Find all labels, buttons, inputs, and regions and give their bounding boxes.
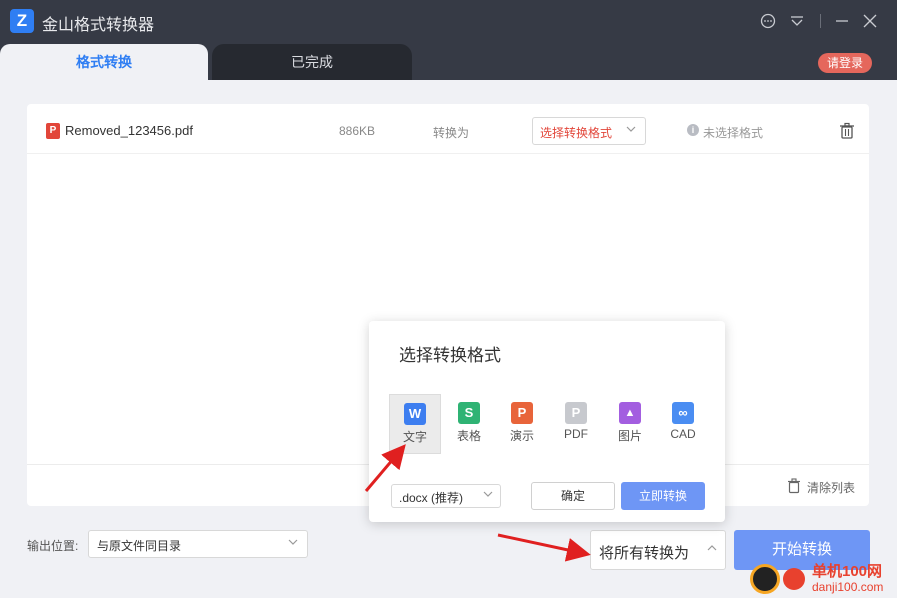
minimize-icon[interactable] bbox=[831, 10, 853, 32]
cad-icon: ∞ bbox=[672, 402, 694, 424]
file-size: 886KB bbox=[339, 124, 376, 138]
format-option-cad[interactable]: ∞ CAD bbox=[657, 394, 709, 454]
app-title: 金山格式转换器 bbox=[42, 17, 155, 34]
chevron-down-icon bbox=[625, 123, 637, 138]
format-option-label: PDF bbox=[564, 427, 588, 441]
tab-completed[interactable]: 已完成 bbox=[212, 44, 412, 80]
info-icon: i bbox=[687, 124, 699, 136]
pdf-icon: P bbox=[565, 402, 587, 424]
convert-all-label: 将所有转换为 bbox=[599, 545, 690, 562]
login-button[interactable]: 请登录 bbox=[818, 53, 872, 73]
title-bar: Z 金山格式转换器 格式转换 已完成 请登录 bbox=[0, 0, 897, 80]
convert-all-select[interactable]: 将所有转换为 bbox=[590, 530, 726, 570]
word-icon: W bbox=[404, 403, 426, 425]
confirm-button[interactable]: 确定 bbox=[531, 482, 615, 510]
title-separator bbox=[820, 14, 821, 28]
format-option-image[interactable]: ▲ 图片 bbox=[604, 394, 656, 454]
format-option-presentation[interactable]: P 演示 bbox=[496, 394, 548, 454]
watermark-dot-icon bbox=[783, 568, 805, 590]
app-logo-icon: Z bbox=[10, 9, 34, 33]
arrow-to-convert-all bbox=[497, 533, 591, 562]
menu-icon[interactable] bbox=[786, 10, 808, 32]
clear-list-button[interactable]: 清除列表 bbox=[807, 479, 855, 496]
format-option-sheet[interactable]: S 表格 bbox=[443, 394, 495, 454]
output-location-label: 输出位置: bbox=[27, 539, 79, 553]
format-select-placeholder: 选择转换格式 bbox=[540, 126, 613, 140]
trash-icon[interactable] bbox=[839, 122, 855, 140]
feedback-icon[interactable] bbox=[757, 10, 779, 32]
format-select[interactable]: 选择转换格式 bbox=[532, 117, 646, 145]
sheet-icon: S bbox=[458, 402, 480, 424]
watermark-url: danji100.com bbox=[812, 580, 884, 594]
trash-icon[interactable] bbox=[787, 478, 801, 494]
close-icon[interactable] bbox=[859, 10, 881, 32]
format-popup: 选择转换格式 W 文字 S 表格 P 演示 P PDF ▲ 图片 ∞ CAD .… bbox=[369, 321, 725, 522]
file-name: Removed_123456.pdf bbox=[65, 123, 193, 138]
format-option-label: 表格 bbox=[456, 429, 481, 443]
convert-now-button[interactable]: 立即转换 bbox=[621, 482, 705, 510]
chevron-down-icon bbox=[482, 488, 494, 503]
chevron-down-icon bbox=[287, 536, 299, 551]
format-option-label: CAD bbox=[670, 427, 696, 441]
chevron-up-icon bbox=[705, 541, 719, 558]
image-icon: ▲ bbox=[619, 402, 641, 424]
format-option-pdf[interactable]: P PDF bbox=[550, 394, 602, 454]
watermark-text: 单机100网 bbox=[812, 563, 883, 580]
format-option-text[interactable]: W 文字 bbox=[389, 394, 441, 454]
output-location-select[interactable]: 与原文件同目录 bbox=[88, 530, 308, 558]
watermark-logo: 单机100网 danji100.com bbox=[750, 558, 895, 598]
format-option-label: 文字 bbox=[402, 430, 427, 444]
convert-to-label: 转换为 bbox=[433, 126, 470, 140]
pdf-icon: P bbox=[46, 123, 60, 139]
subformat-value: .docx (推荐) bbox=[399, 491, 464, 505]
file-row: P Removed_123456.pdf 886KB 转换为 选择转换格式 i … bbox=[27, 110, 869, 154]
watermark-circle-icon bbox=[750, 564, 780, 594]
output-location-value: 与原文件同目录 bbox=[97, 539, 182, 553]
tab-format-convert[interactable]: 格式转换 bbox=[0, 44, 208, 80]
subformat-select[interactable]: .docx (推荐) bbox=[391, 484, 501, 508]
popup-title: 选择转换格式 bbox=[399, 346, 501, 365]
format-option-label: 演示 bbox=[509, 429, 534, 443]
format-option-label: 图片 bbox=[617, 429, 642, 443]
presentation-icon: P bbox=[511, 402, 533, 424]
file-status: 未选择格式 bbox=[703, 126, 764, 140]
